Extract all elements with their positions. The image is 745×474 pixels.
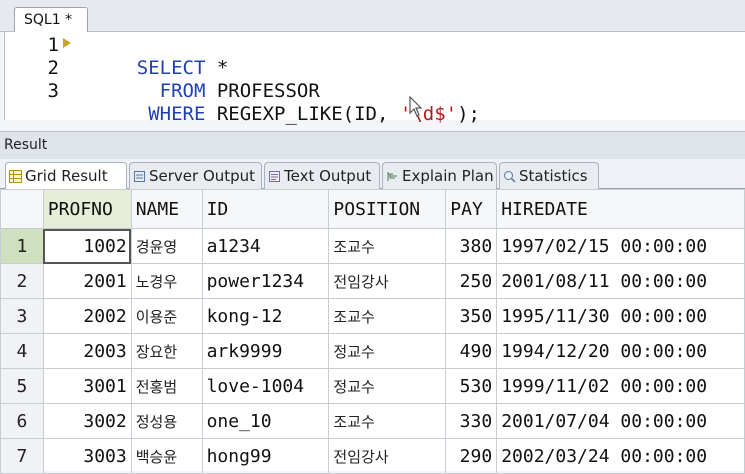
tab-sql1[interactable]: SQL1 * [14,7,88,32]
cell-pay[interactable]: 350 [445,298,498,334]
tab-label: Server Output [149,167,256,185]
explain-plan-icon [387,172,397,181]
cell-position[interactable]: 전임강사 [328,438,447,474]
cell-hiredate[interactable]: 2001/07/04 00:00:00 [496,403,745,439]
tab-label: Explain Plan [402,167,494,185]
cell-hiredate[interactable]: 1995/11/30 00:00:00 [496,298,745,334]
cell-pay[interactable]: 490 [445,333,498,369]
result-tabbar: Grid Result Server Output Text Output Ex… [0,159,745,190]
cell-profno[interactable]: 3001 [42,368,132,404]
row-number[interactable]: 1 [0,228,44,264]
cell-pay[interactable]: 530 [445,368,498,404]
cell-id[interactable]: ark9999 [201,333,330,369]
line-number: 3 [47,80,59,102]
column-header-hiredate[interactable]: HIREDATE [496,189,745,229]
result-grid-container[interactable]: PROFNO NAME ID POSITION PAY HIREDATE 1 1… [0,189,745,474]
column-header-profno[interactable]: PROFNO [42,189,132,229]
cell-name[interactable]: 장요한 [130,333,203,369]
cell-profno[interactable]: 1002 [42,228,132,264]
row-number-header[interactable] [0,189,44,229]
cell-name[interactable]: 백승윤 [130,438,203,474]
row-number[interactable]: 5 [0,368,44,404]
cell-hiredate[interactable]: 1997/02/15 00:00:00 [496,228,745,264]
table-row[interactable]: 3 2002 이용준 kong-12 조교수 350 1995/11/30 00… [0,298,745,334]
text-output-icon [269,171,280,182]
row-number[interactable]: 6 [0,403,44,439]
mouse-pointer-icon [409,96,423,117]
cell-profno[interactable]: 2002 [42,298,132,334]
cell-id[interactable]: kong-12 [201,298,330,334]
sql-editor[interactable]: 1 2 3 SELECT * FROM PROFESSOR WHERE REGE… [4,32,745,125]
cell-profno[interactable]: 3003 [42,438,132,474]
result-grid[interactable]: PROFNO NAME ID POSITION PAY HIREDATE 1 1… [0,189,745,474]
result-panel-header: Result [0,131,745,159]
tab-server-output[interactable]: Server Output [129,162,262,189]
cell-pay[interactable]: 330 [445,403,498,439]
cell-position[interactable]: 조교수 [328,228,447,264]
code-token: REGEXP_LIKE(ID, [216,103,400,125]
cell-id[interactable]: power1234 [201,263,330,299]
row-number[interactable]: 4 [0,333,44,369]
tab-text-output[interactable]: Text Output [264,162,380,189]
cell-profno[interactable]: 2001 [42,263,132,299]
column-header-pay[interactable]: PAY [445,189,498,229]
cell-name[interactable]: 이용준 [130,298,203,334]
cell-hiredate[interactable]: 1994/12/20 00:00:00 [496,333,745,369]
cell-pay[interactable]: 290 [445,438,498,474]
statistics-icon [504,171,516,183]
line-number: 2 [47,57,59,79]
keyword-where: WHERE [136,103,217,125]
tab-explain-plan[interactable]: Explain Plan [382,162,497,189]
tab-statistics[interactable]: Statistics [499,162,599,189]
cell-name[interactable]: 노경우 [130,263,203,299]
row-number[interactable]: 3 [0,298,44,334]
cell-id[interactable]: a1234 [201,228,330,264]
cell-id[interactable]: love-1004 [201,368,330,404]
line-number: 1 [47,34,59,56]
cell-name[interactable]: 정성용 [130,403,203,439]
row-number[interactable]: 2 [0,263,44,299]
line-number-gutter: 1 2 3 [5,32,85,120]
column-header-name[interactable]: NAME [130,189,203,229]
cell-hiredate[interactable]: 2001/08/11 00:00:00 [496,263,745,299]
table-row[interactable]: 5 3001 전홍범 love-1004 정교수 530 1999/11/02 … [0,368,745,404]
column-header-id[interactable]: ID [201,189,330,229]
tab-grid-result[interactable]: Grid Result [5,162,127,190]
code-line-2[interactable]: FROM PROFESSOR [91,57,320,102]
cell-profno[interactable]: 3002 [42,403,132,439]
cell-pay[interactable]: 380 [445,228,498,264]
cell-hiredate[interactable]: 1999/11/02 00:00:00 [496,368,745,404]
cell-hiredate[interactable]: 2002/03/24 00:00:00 [496,438,745,474]
tab-label: Grid Result [25,167,108,185]
cell-position[interactable]: 조교수 [328,298,447,334]
cell-position[interactable]: 정교수 [328,368,447,404]
column-header-position[interactable]: POSITION [328,189,447,229]
cell-position[interactable]: 전임강사 [328,263,447,299]
table-row[interactable]: 6 3002 정성용 one_10 조교수 330 2001/07/04 00:… [0,403,745,439]
cell-pay[interactable]: 250 [445,263,498,299]
current-statement-arrow-icon [63,38,71,48]
cell-name[interactable]: 전홍범 [130,368,203,404]
cell-position[interactable]: 조교수 [328,403,447,439]
grid-result-icon [9,170,22,183]
cell-profno[interactable]: 2003 [42,333,132,369]
cell-id[interactable]: one_10 [201,403,330,439]
table-row[interactable]: 4 2003 장요한 ark9999 정교수 490 1994/12/20 00… [0,333,745,369]
row-number[interactable]: 7 [0,438,44,474]
cell-position[interactable]: 정교수 [328,333,447,369]
cell-id[interactable]: hong99 [201,438,330,474]
server-output-icon [134,171,145,182]
table-row[interactable]: 2 2001 노경우 power1234 전임강사 250 2001/08/11… [0,263,745,299]
table-row[interactable]: 1 1002 경윤영 a1234 조교수 380 1997/02/15 00:0… [0,228,745,264]
tab-label: Statistics [519,167,588,185]
tab-label: Text Output [284,167,372,185]
cell-name[interactable]: 경윤영 [130,228,203,264]
table-row[interactable]: 7 3003 백승윤 hong99 전임강사 290 2002/03/24 00… [0,438,745,474]
editor-tabbar: SQL1 * [0,0,745,32]
code-token: ); [457,103,480,125]
code-line-1[interactable]: SELECT * [91,34,229,79]
